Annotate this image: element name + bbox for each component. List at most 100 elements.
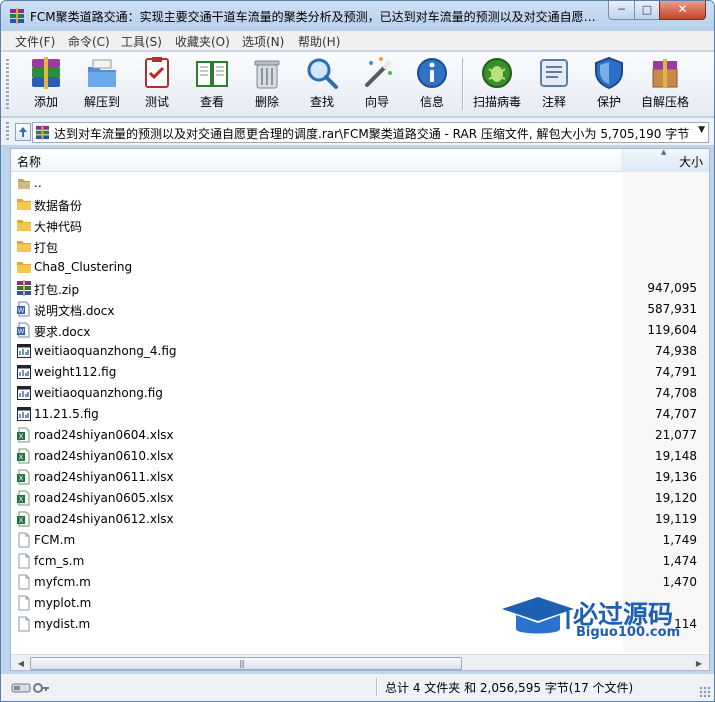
file-row[interactable]: Xroad24shiyan0610.xlsx 19,148 (11, 446, 709, 467)
scroll-right-icon[interactable]: ▶ (691, 656, 707, 670)
horizontal-scrollbar[interactable]: ◀ ||| ▶ (11, 654, 709, 670)
menu-favorites[interactable]: 收藏夹(O) (175, 33, 230, 49)
matlab-figure-icon (16, 385, 32, 401)
path-combobox[interactable]: 达到对车流量的预测以及对交通自愿更合理的调度.rar\FCM聚类道路交通 - R… (32, 122, 709, 143)
file-name: weitiaoquanzhong.fig (34, 386, 163, 400)
file-size: 19,120 (655, 491, 697, 505)
file-row[interactable]: myfcm.m 1,470 (11, 572, 709, 593)
column-header-name[interactable]: 名称 (11, 149, 623, 172)
virus-scan-button[interactable]: 扫描病毒 (469, 55, 525, 113)
file-row[interactable]: Xroad24shiyan0604.xlsx 21,077 (11, 425, 709, 446)
test-label: 测试 (144, 95, 169, 109)
file-name: 打包 (34, 241, 59, 255)
file-row[interactable]: Xroad24shiyan0612.xlsx 19,119 (11, 509, 709, 530)
file-name: weitiaoquanzhong_4.fig (34, 344, 177, 358)
sfx-button[interactable]: 自解压格 (637, 55, 693, 113)
toolbar-grip[interactable] (6, 59, 9, 111)
file-row[interactable]: 数据备份 (11, 194, 709, 215)
status-bar: 总计 4 文件夹 和 2,056,595 字节(17 个文件) (1, 673, 714, 701)
file-row[interactable]: FCM.m 1,749 (11, 530, 709, 551)
comment-button[interactable]: 注释 (526, 55, 582, 113)
file-row[interactable]: fcm_s.m 1,474 (11, 551, 709, 572)
info-icon (417, 58, 447, 88)
find-button[interactable]: 查找 (294, 55, 350, 113)
scrollbar-thumb[interactable]: ||| (30, 657, 462, 670)
wizard-label: 向导 (364, 95, 389, 109)
column-header-size[interactable]: ▲ 大小 (623, 149, 709, 172)
file-row[interactable]: Xroad24shiyan0611.xlsx 19,136 (11, 467, 709, 488)
file-name: 数据备份 (34, 199, 83, 213)
file-size: 19,148 (655, 449, 697, 463)
info-button[interactable]: 信息 (404, 55, 460, 113)
address-grip[interactable] (6, 122, 9, 142)
up-one-level-button[interactable] (15, 123, 31, 141)
winrar-window: FCM聚类道路交通：实现主要交通干道车流量的聚类分析及预测，已达到对车流量的预测… (0, 0, 715, 702)
add-label: 添加 (33, 95, 58, 109)
menu-bar: 文件(F) 命令(C) 工具(S) 收藏夹(O) 选项(N) 帮助(H) (1, 31, 714, 51)
toolbar-separator (462, 58, 464, 110)
menu-tools[interactable]: 工具(S) (121, 33, 162, 49)
file-row[interactable]: 大神代码 (11, 215, 709, 236)
watermark-url: Biguo100.com (576, 625, 681, 640)
view-button[interactable]: 查看 (184, 55, 240, 113)
file-name: fcm_s.m (34, 554, 85, 568)
address-bar: 达到对车流量的预测以及对交通自愿更合理的调度.rar\FCM聚类道路交通 - R… (1, 118, 714, 146)
file-row[interactable]: Cha8_Clustering (11, 257, 709, 278)
menu-commands[interactable]: 命令(C) (68, 33, 110, 49)
window-title: FCM聚类道路交通：实现主要交通干道车流量的聚类分析及预测，已达到对车流量的预测… (30, 10, 605, 24)
title-bar[interactable]: FCM聚类道路交通：实现主要交通干道车流量的聚类分析及预测，已达到对车流量的预测… (1, 1, 714, 31)
svg-text:X: X (19, 454, 24, 462)
resize-grip[interactable] (699, 686, 711, 698)
view-label: 查看 (199, 95, 224, 109)
file-row[interactable]: 打包.zip 947,095 (11, 278, 709, 299)
extract-to-button[interactable]: 解压到 (74, 55, 130, 113)
virus-scan-icon (482, 58, 512, 88)
protect-label: 保护 (596, 95, 621, 109)
zip-archive-icon (16, 280, 32, 296)
menu-options[interactable]: 选项(N) (242, 33, 284, 49)
file-row[interactable]: 11.21.5.fig 74,707 (11, 404, 709, 425)
svg-text:X: X (19, 496, 24, 504)
matlab-figure-icon (16, 343, 32, 359)
delete-button[interactable]: 删除 (239, 55, 295, 113)
info-label: 信息 (419, 95, 444, 109)
matlab-figure-icon (16, 406, 32, 422)
menu-file[interactable]: 文件(F) (15, 33, 55, 49)
file-row[interactable]: .. (11, 173, 709, 194)
scrollbar-grip-icon: ||| (239, 659, 245, 668)
file-row[interactable]: Xroad24shiyan0605.xlsx 19,120 (11, 488, 709, 509)
wizard-button[interactable]: 向导 (349, 55, 405, 113)
close-button[interactable]: ✕ (659, 1, 706, 20)
folder-icon (16, 217, 32, 233)
test-button[interactable]: 测试 (129, 55, 185, 113)
add-button[interactable]: 添加 (18, 55, 74, 113)
file-row[interactable]: W 说明文档.docx 587,931 (11, 299, 709, 320)
word-document-icon: W (16, 301, 32, 317)
maximize-button[interactable]: □ (634, 1, 660, 20)
folder-icon (16, 196, 32, 212)
file-name: FCM.m (34, 533, 76, 547)
file-row[interactable]: W 要求.docx 119,604 (11, 320, 709, 341)
parent-folder-icon (16, 175, 32, 191)
find-label: 查找 (309, 95, 334, 109)
menu-help[interactable]: 帮助(H) (298, 33, 340, 49)
excel-spreadsheet-icon: X (16, 490, 32, 506)
file-row[interactable]: weight112.fig 74,791 (11, 362, 709, 383)
protect-button[interactable]: 保护 (581, 55, 637, 113)
file-size: 19,136 (655, 470, 697, 484)
chevron-down-icon[interactable]: ▼ (698, 125, 705, 135)
scroll-left-icon[interactable]: ◀ (13, 656, 29, 670)
file-row[interactable]: 打包 (11, 236, 709, 257)
comment-label: 注释 (541, 95, 566, 109)
file-size: 947,095 (647, 281, 697, 295)
file-name: mydist.m (34, 617, 91, 631)
m-file-icon (16, 616, 32, 632)
file-row[interactable]: weitiaoquanzhong_4.fig 74,938 (11, 341, 709, 362)
file-name: road24shiyan0612.xlsx (34, 512, 174, 526)
m-file-icon (16, 553, 32, 569)
drive-key-icon[interactable] (11, 681, 51, 695)
file-row[interactable]: weitiaoquanzhong.fig 74,708 (11, 383, 709, 404)
file-name: weight112.fig (34, 365, 117, 379)
file-size: 21,077 (655, 428, 697, 442)
minimize-button[interactable]: ─ (608, 1, 635, 20)
